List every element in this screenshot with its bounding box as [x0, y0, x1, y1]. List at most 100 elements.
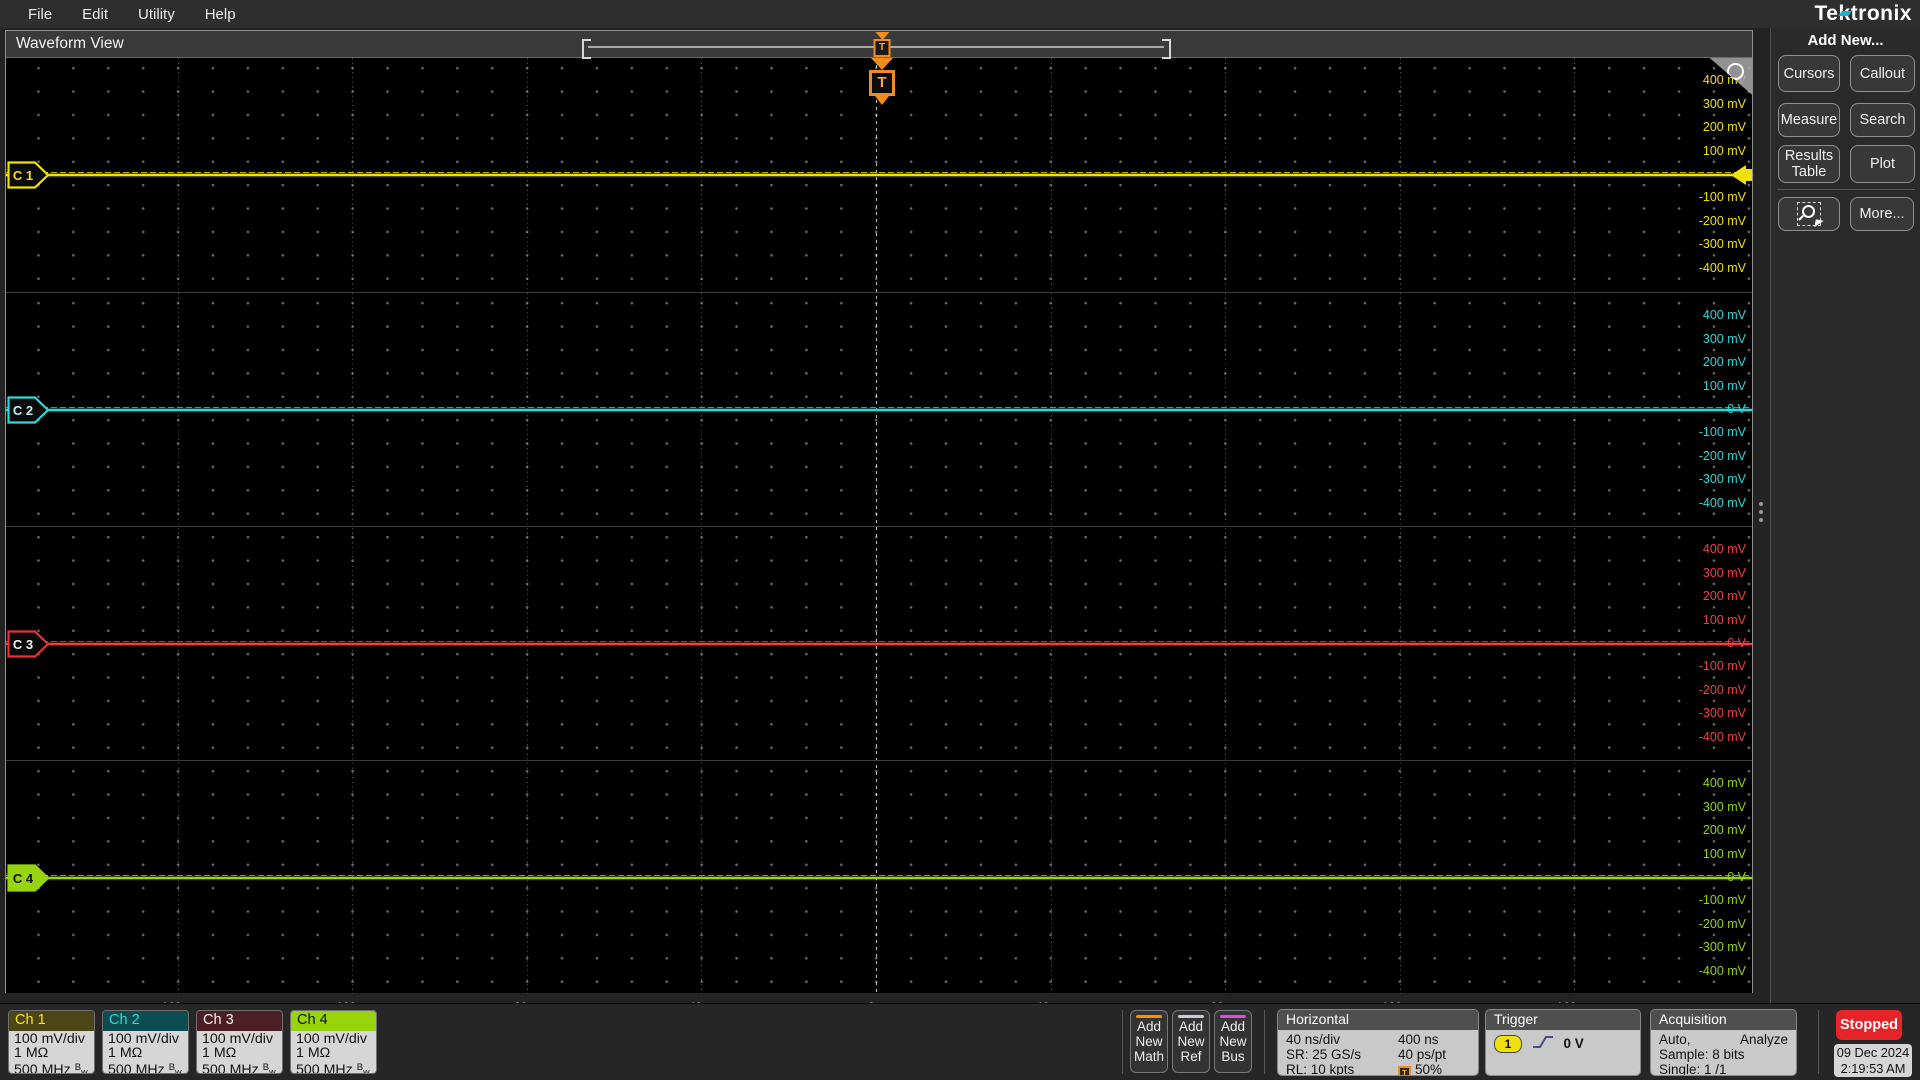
scale-label-ch3: 100 mV	[1702, 612, 1746, 627]
sidebar-divider	[1777, 189, 1915, 190]
scale-label-ch1: -300 mV	[1698, 237, 1746, 252]
menu-item-utility[interactable]: Utility	[128, 2, 185, 27]
scale-label-ch4: 200 mV	[1702, 823, 1746, 838]
acquisition-analyze: Analyze	[1739, 1032, 1788, 1047]
channel-slice-ch4[interactable]: 400 mV300 mV200 mV100 mV0 V-100 mV-200 m…	[6, 760, 1752, 994]
waveform-view-title: Waveform View	[16, 35, 124, 52]
time-value: 2:19:53 AM	[1840, 1061, 1906, 1076]
trigger-slope-icon	[1532, 1036, 1553, 1048]
waveform-title-bar: Waveform View T	[6, 31, 1752, 59]
scale-label-ch4: -200 mV	[1698, 916, 1746, 931]
panel-drag-handle[interactable]	[1758, 498, 1764, 526]
svg-text:C 3: C 3	[13, 637, 33, 652]
menu-item-edit[interactable]: Edit	[72, 2, 118, 27]
scale-label-ch3: 300 mV	[1702, 565, 1746, 580]
date-value: 09 Dec 2024	[1836, 1045, 1910, 1060]
channel-slice-ch3[interactable]: 400 mV300 mV200 mV100 mV0 V-100 mV-200 m…	[6, 526, 1752, 760]
add-new-heading: Add New...	[1807, 32, 1884, 49]
channel-badge-name: Ch 4	[291, 1011, 376, 1031]
channel-badge-settings: 100 mV/div 1 MΩ 500 MHz Bw	[9, 1031, 94, 1073]
acquisition-single: Single: 1 /1	[1659, 1062, 1727, 1076]
sidebar-button-search[interactable]: Search	[1850, 103, 1915, 137]
bandwidth: 500 MHz Bw	[108, 1061, 182, 1074]
acquisition-panel[interactable]: Acquisition Auto, Analyze Sample: 8 bits…	[1650, 1009, 1797, 1076]
channel-flag-ch4[interactable]: C 4	[7, 864, 51, 897]
horizontal-value: 40 ps/pt	[1398, 1047, 1447, 1063]
acquisition-mode: Auto,	[1659, 1032, 1691, 1047]
channel-badge-ch1[interactable]: Ch 1 100 mV/div 1 MΩ 500 MHz Bw	[8, 1010, 95, 1074]
impedance: 1 MΩ	[296, 1045, 331, 1062]
add-new-sidebar: Add New... More... Cursors Callout Measure…	[1770, 28, 1920, 1003]
zoom-select-button[interactable]	[1778, 197, 1840, 231]
add-new-ref-button[interactable]: Add New Ref	[1172, 1010, 1210, 1073]
sidebar-button-plot[interactable]: Plot	[1850, 145, 1915, 183]
cursor-arrow-icon	[1814, 219, 1824, 229]
trigger-panel-title: Trigger	[1486, 1010, 1640, 1030]
menu-item-file[interactable]: File	[18, 2, 62, 27]
channel-badge-ch4[interactable]: Ch 4 100 mV/div 1 MΩ 500 MHz Bw	[290, 1010, 377, 1074]
waveform-trace-ch3	[6, 643, 1752, 645]
channel-badge-ch3[interactable]: Ch 3 100 mV/div 1 MΩ 500 MHz Bw	[196, 1010, 283, 1074]
scale-label-ch3: -300 mV	[1698, 706, 1746, 721]
trigger-level-value: 0 V	[1563, 1036, 1584, 1051]
datetime-display: 09 Dec 2024 2:19:53 AM	[1834, 1044, 1912, 1077]
svg-text:C 2: C 2	[13, 403, 33, 418]
add-new-bus-button[interactable]: Add New Bus	[1214, 1010, 1252, 1073]
channel-slice-ch2[interactable]: 400 mV300 mV200 mV100 mV0 V-100 mV-200 m…	[6, 292, 1752, 526]
sidebar-button-results-table[interactable]: Results Table	[1778, 145, 1840, 183]
sidebar-button-cursors[interactable]: Cursors	[1778, 55, 1840, 92]
svg-text:C 1: C 1	[13, 168, 33, 183]
trace-noise-ch3	[6, 641, 1752, 642]
separator	[1818, 1010, 1819, 1074]
overview-bracket-left[interactable]	[582, 39, 591, 59]
run-stop-button[interactable]: Stopped	[1836, 1010, 1902, 1040]
menu-bar: File Edit Utility Help	[0, 0, 1920, 28]
scale-label-ch3: 400 mV	[1702, 542, 1746, 557]
horizontal-row: SR: 25 GS/s 40 ps/pt	[1286, 1047, 1470, 1062]
scale-label-ch4: 400 mV	[1702, 776, 1746, 791]
channel-flag-ch3[interactable]: C 3	[7, 630, 51, 663]
sidebar-button-measure[interactable]: Measure	[1778, 103, 1840, 137]
horizontal-value: 40 ns/div	[1286, 1032, 1341, 1047]
more-button[interactable]: More...	[1850, 197, 1914, 231]
trigger-level-arrow[interactable]	[1731, 165, 1752, 185]
menu-item-help[interactable]: Help	[195, 2, 246, 27]
horizontal-panel-body: 40 ns/div 400 ns SR: 25 GS/s 40 ps/pt RL: 10…	[1278, 1030, 1478, 1076]
vertical-scale: 100 mV/div	[202, 1031, 273, 1047]
trigger-flag[interactable]: T	[869, 58, 895, 105]
plot-area[interactable]: 400 mV 300 mV 200 mV 100 mV -100 mV -200 mV -3…	[6, 58, 1752, 1014]
waveform-panel: Waveform View T 400 mV 300 mV 200 mV 100 mV…	[5, 30, 1753, 1014]
waveform-trace-ch4	[6, 877, 1752, 879]
scale-label-ch2: -200 mV	[1698, 448, 1746, 463]
channel-flag-ch1[interactable]: C 1	[7, 161, 51, 194]
tektronix-logo: Tektronix	[1814, 2, 1912, 25]
scale-label-ch4: 300 mV	[1702, 799, 1746, 814]
overview-bracket-right[interactable]	[1162, 39, 1171, 59]
channel-badge-name: Ch 3	[197, 1011, 282, 1031]
trigger-triangle-icon	[871, 58, 893, 70]
oscilloscope-screen: File Edit Utility Help Tektronix Waveform V…	[0, 0, 1920, 1080]
scale-label-ch1: 100 mV	[1702, 143, 1746, 158]
horizontal-value: RL: 10 kpts	[1286, 1062, 1355, 1076]
bandwidth: 500 MHz Bw	[296, 1061, 370, 1074]
channel-badge-settings: 100 mV/div 1 MΩ 500 MHz Bw	[103, 1031, 188, 1074]
bandwidth: 500 MHz Bw	[202, 1061, 276, 1074]
horizontal-row: RL: 10 kpts T 50%	[1286, 1062, 1470, 1076]
channel-flag-ch2[interactable]: C 2	[7, 396, 51, 429]
scale-label-ch2: 400 mV	[1702, 308, 1746, 323]
horizontal-value: SR: 25 GS/s	[1286, 1047, 1362, 1063]
scale-label-ch2: -300 mV	[1698, 472, 1746, 487]
channel-badge-settings: 100 mV/div 1 MΩ 500 MHz Bw	[291, 1031, 376, 1074]
trigger-t-icon: T	[873, 39, 891, 57]
add-new-math-button[interactable]: Add New Math	[1130, 1010, 1168, 1073]
channel-badge-ch2[interactable]: Ch 2 100 mV/div 1 MΩ 500 MHz Bw	[102, 1010, 189, 1074]
horizontal-row: 40 ns/div 400 ns	[1286, 1032, 1470, 1047]
scale-label-ch2: -100 mV	[1698, 425, 1746, 440]
overview-trigger-marker[interactable]: T	[873, 32, 891, 57]
waveform-trace-ch2	[6, 409, 1752, 411]
vertical-scale: 100 mV/div	[108, 1031, 179, 1047]
trigger-panel[interactable]: Trigger 1 0 V	[1485, 1009, 1641, 1076]
horizontal-panel[interactable]: Horizontal 40 ns/div 400 ns SR: 25 GS/s 40 …	[1277, 1009, 1479, 1076]
sidebar-button-callout[interactable]: Callout	[1850, 55, 1915, 92]
settings-bar: Ch 1 100 mV/div 1 MΩ 500 MHz Bw Ch 2 100 mV/d…	[0, 1003, 1920, 1080]
